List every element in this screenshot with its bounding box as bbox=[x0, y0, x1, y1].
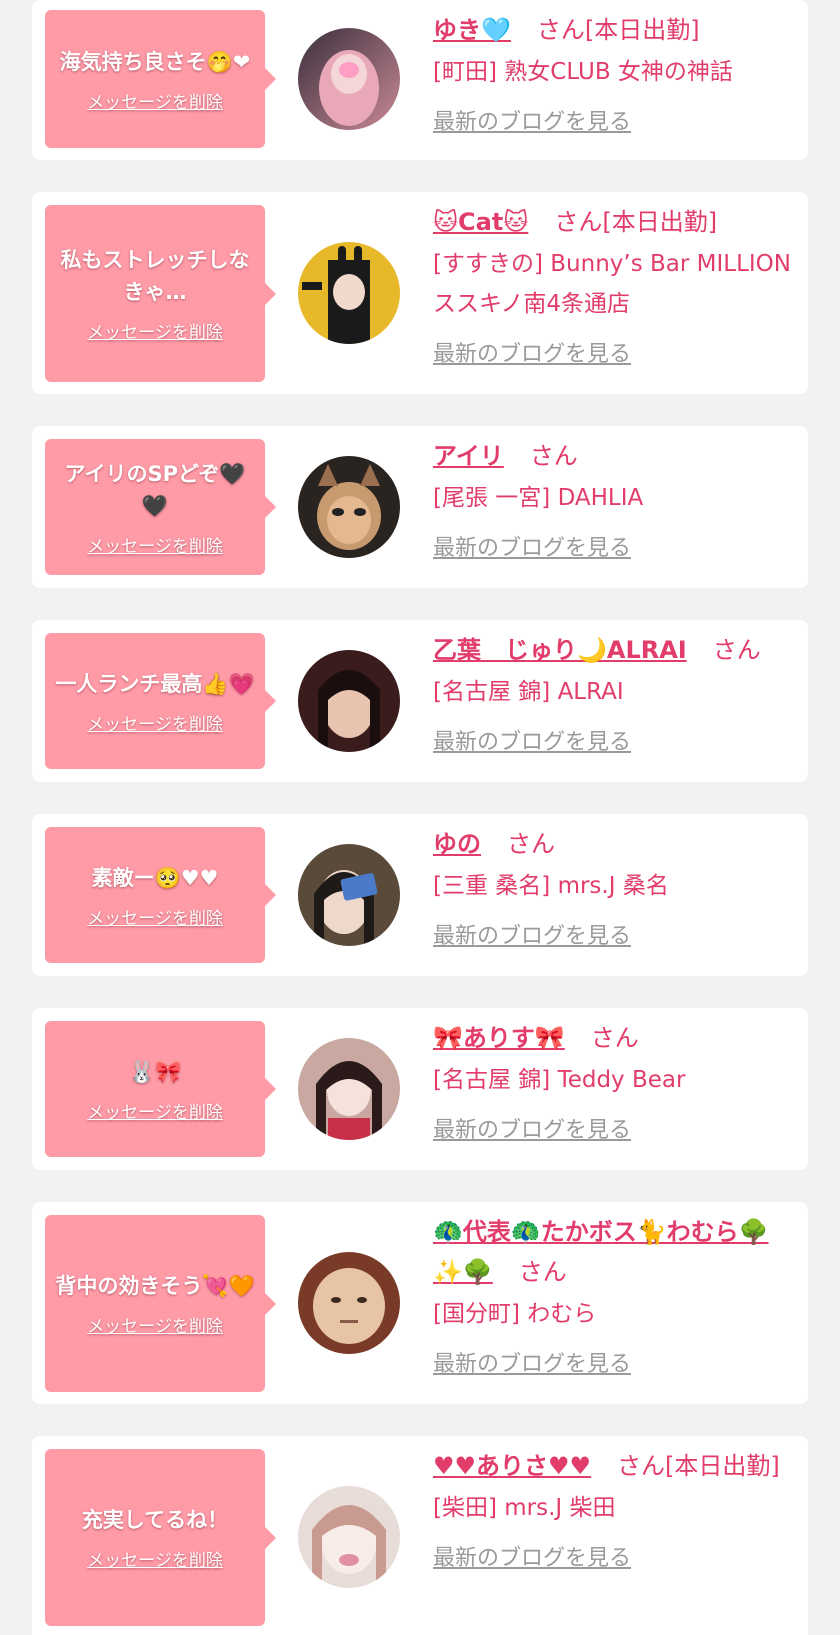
message-text: アイリのSPどぞ🖤🖤 bbox=[64, 461, 246, 518]
avatar[interactable] bbox=[298, 28, 400, 130]
latest-blog-link[interactable]: 最新のブログを見る bbox=[433, 918, 631, 950]
delete-message-link[interactable]: メッセージを削除 bbox=[87, 710, 223, 735]
honorific: さん bbox=[590, 1024, 639, 1052]
latest-blog-link[interactable]: 最新のブログを見る bbox=[433, 1112, 631, 1144]
honorific: さん bbox=[507, 830, 555, 858]
message-text: 背中の効きそう💘🧡 bbox=[55, 1274, 255, 1298]
shop-name: [三重 桑名] mrs.J 桑名 bbox=[433, 873, 669, 899]
delete-message-link[interactable]: メッセージを削除 bbox=[87, 1546, 223, 1571]
message-bubble: 海気持ち良さそ🤭❤ メッセージを削除 bbox=[45, 10, 276, 148]
message-bubble: 私もストレッチしなきゃ… メッセージを削除 bbox=[45, 205, 276, 382]
sender-name-line: 🐱Cat🐱 さん[本日出勤] bbox=[433, 202, 798, 242]
message-text: 海気持ち良さそ🤭❤ bbox=[59, 49, 251, 74]
avatar[interactable] bbox=[298, 1486, 400, 1588]
delete-message-link[interactable]: メッセージを削除 bbox=[87, 1312, 223, 1337]
message-bubble: 背中の効きそう💘🧡 メッセージを削除 bbox=[45, 1215, 276, 1392]
sender-name-link[interactable]: 🐱Cat🐱 bbox=[433, 208, 528, 236]
sender-name-link[interactable]: アイリ bbox=[433, 442, 504, 470]
sender-info: 🎀ありす🎀 さん [名古屋 錦] Teddy Bear 最新のブログを見る bbox=[433, 1018, 798, 1144]
shop-name: [すすきの] Bunny’s Bar MILLION ススキノ南4条通店 bbox=[433, 251, 791, 317]
message-card: アイリのSPどぞ🖤🖤 メッセージを削除 アイリ さん [尾張 一宮] DAHLIA… bbox=[32, 426, 808, 588]
sender-name-line: アイリ さん bbox=[433, 436, 798, 476]
shop-name: [町田] 熟女CLUB 女神の神話 bbox=[433, 59, 733, 85]
delete-message-link[interactable]: メッセージを削除 bbox=[87, 318, 223, 343]
avatar[interactable] bbox=[298, 1252, 400, 1354]
delete-message-link[interactable]: メッセージを削除 bbox=[87, 904, 223, 929]
shop-name: [名古屋 錦] ALRAI bbox=[433, 679, 624, 705]
message-text: 充実してるね！ bbox=[81, 1508, 229, 1532]
sender-info: 乙葉 じゅり🌙ALRAI さん [名古屋 錦] ALRAI 最新のブログを見る bbox=[433, 630, 798, 756]
message-bubble: 素敵ー🥺♥♥ メッセージを削除 bbox=[45, 827, 276, 963]
sender-name-line: ゆの さん bbox=[433, 824, 798, 864]
shop-name: [国分町] わむら bbox=[433, 1301, 597, 1327]
latest-blog-link[interactable]: 最新のブログを見る bbox=[433, 336, 631, 368]
message-card: 素敵ー🥺♥♥ メッセージを削除 ゆの さん [三重 桑名] mrs.J 桑名 最新… bbox=[32, 814, 808, 976]
honorific: さん bbox=[529, 442, 578, 470]
sender-name-link[interactable]: ゆき🩵 bbox=[433, 16, 511, 44]
shop-name: [尾張 一宮] DAHLIA bbox=[433, 485, 644, 511]
sender-info: ゆき🩵 さん[本日出勤] [町田] 熟女CLUB 女神の神話 最新のブログを見る bbox=[433, 10, 798, 136]
sender-name-link[interactable]: ♥♥ありさ♥♥ bbox=[433, 1452, 591, 1480]
honorific: さん[本日出勤] bbox=[536, 16, 700, 44]
honorific: さん[本日出勤] bbox=[554, 208, 718, 236]
latest-blog-link[interactable]: 最新のブログを見る bbox=[433, 104, 631, 136]
sender-name-link[interactable]: ゆの bbox=[433, 830, 481, 858]
honorific: さん bbox=[712, 636, 761, 664]
sender-info: ゆの さん [三重 桑名] mrs.J 桑名 最新のブログを見る bbox=[433, 824, 798, 950]
sender-name-link[interactable]: 🦚代表🦚たかボス🐈わむら🌳✨🌳 bbox=[433, 1218, 769, 1286]
delete-message-link[interactable]: メッセージを削除 bbox=[87, 532, 223, 557]
sender-info: ♥♥ありさ♥♥ さん[本日出勤] [柴田] mrs.J 柴田 最新のブログを見る bbox=[433, 1446, 798, 1572]
avatar[interactable] bbox=[298, 456, 400, 558]
sender-info: アイリ さん [尾張 一宮] DAHLIA 最新のブログを見る bbox=[433, 436, 798, 562]
message-bubble: 充実してるね！ メッセージを削除 bbox=[45, 1449, 276, 1626]
sender-name-link[interactable]: 🎀ありす🎀 bbox=[433, 1024, 565, 1052]
avatar[interactable] bbox=[298, 650, 400, 752]
delete-message-link[interactable]: メッセージを削除 bbox=[87, 1098, 223, 1123]
message-card: 私もストレッチしなきゃ… メッセージを削除 🐱Cat🐱 さん[本日出勤] [すすき… bbox=[32, 192, 808, 394]
message-bubble: 🐰🎀 メッセージを削除 bbox=[45, 1021, 276, 1157]
honorific: さん[本日出勤] bbox=[617, 1452, 780, 1480]
delete-message-link[interactable]: メッセージを削除 bbox=[87, 88, 223, 113]
message-text: 私もストレッチしなきゃ… bbox=[60, 248, 250, 304]
message-card: 一人ランチ最高👍💗 メッセージを削除 乙葉 じゅり🌙ALRAI さん [名古屋 錦… bbox=[32, 620, 808, 782]
message-bubble: 一人ランチ最高👍💗 メッセージを削除 bbox=[45, 633, 276, 769]
sender-name-line: 乙葉 じゅり🌙ALRAI さん bbox=[433, 630, 798, 670]
message-card: 🐰🎀 メッセージを削除 🎀ありす🎀 さん [名古屋 錦] Teddy Bear 最… bbox=[32, 1008, 808, 1170]
sender-name-line: ゆき🩵 さん[本日出勤] bbox=[433, 10, 798, 50]
avatar[interactable] bbox=[298, 242, 400, 344]
shop-name: [名古屋 錦] Teddy Bear bbox=[433, 1067, 686, 1093]
latest-blog-link[interactable]: 最新のブログを見る bbox=[433, 724, 631, 756]
sender-name-link[interactable]: 乙葉 じゅり🌙ALRAI bbox=[433, 636, 687, 664]
avatar[interactable] bbox=[298, 1038, 400, 1140]
sender-info: 🦚代表🦚たかボス🐈わむら🌳✨🌳 さん [国分町] わむら 最新のブログを見る bbox=[433, 1212, 798, 1378]
honorific: さん bbox=[518, 1258, 567, 1286]
message-card: 海気持ち良さそ🤭❤ メッセージを削除 ゆき🩵 さん[本日出勤] [町田] 熟女CL… bbox=[32, 0, 808, 160]
sender-name-line: 🦚代表🦚たかボス🐈わむら🌳✨🌳 さん bbox=[433, 1212, 798, 1292]
message-bubble: アイリのSPどぞ🖤🖤 メッセージを削除 bbox=[45, 439, 276, 575]
message-card: 充実してるね！ メッセージを削除 ♥♥ありさ♥♥ さん[本日出勤] [柴田] mr… bbox=[32, 1436, 808, 1635]
sender-info: 🐱Cat🐱 さん[本日出勤] [すすきの] Bunny’s Bar MILLION… bbox=[433, 202, 798, 368]
message-text: 素敵ー🥺♥♥ bbox=[91, 865, 219, 890]
sender-name-line: ♥♥ありさ♥♥ さん[本日出勤] bbox=[433, 1446, 798, 1486]
latest-blog-link[interactable]: 最新のブログを見る bbox=[433, 1540, 631, 1572]
avatar[interactable] bbox=[298, 844, 400, 946]
latest-blog-link[interactable]: 最新のブログを見る bbox=[433, 530, 631, 562]
message-card: 背中の効きそう💘🧡 メッセージを削除 🦚代表🦚たかボス🐈わむら🌳✨🌳 さん [国分… bbox=[32, 1202, 808, 1404]
message-text: 🐰🎀 bbox=[128, 1059, 182, 1084]
sender-name-line: 🎀ありす🎀 さん bbox=[433, 1018, 798, 1058]
latest-blog-link[interactable]: 最新のブログを見る bbox=[433, 1346, 631, 1378]
message-list: 海気持ち良さそ🤭❤ メッセージを削除 ゆき🩵 さん[本日出勤] [町田] 熟女CL… bbox=[0, 0, 840, 1635]
message-text: 一人ランチ最高👍💗 bbox=[55, 671, 255, 696]
shop-name: [柴田] mrs.J 柴田 bbox=[433, 1495, 616, 1521]
